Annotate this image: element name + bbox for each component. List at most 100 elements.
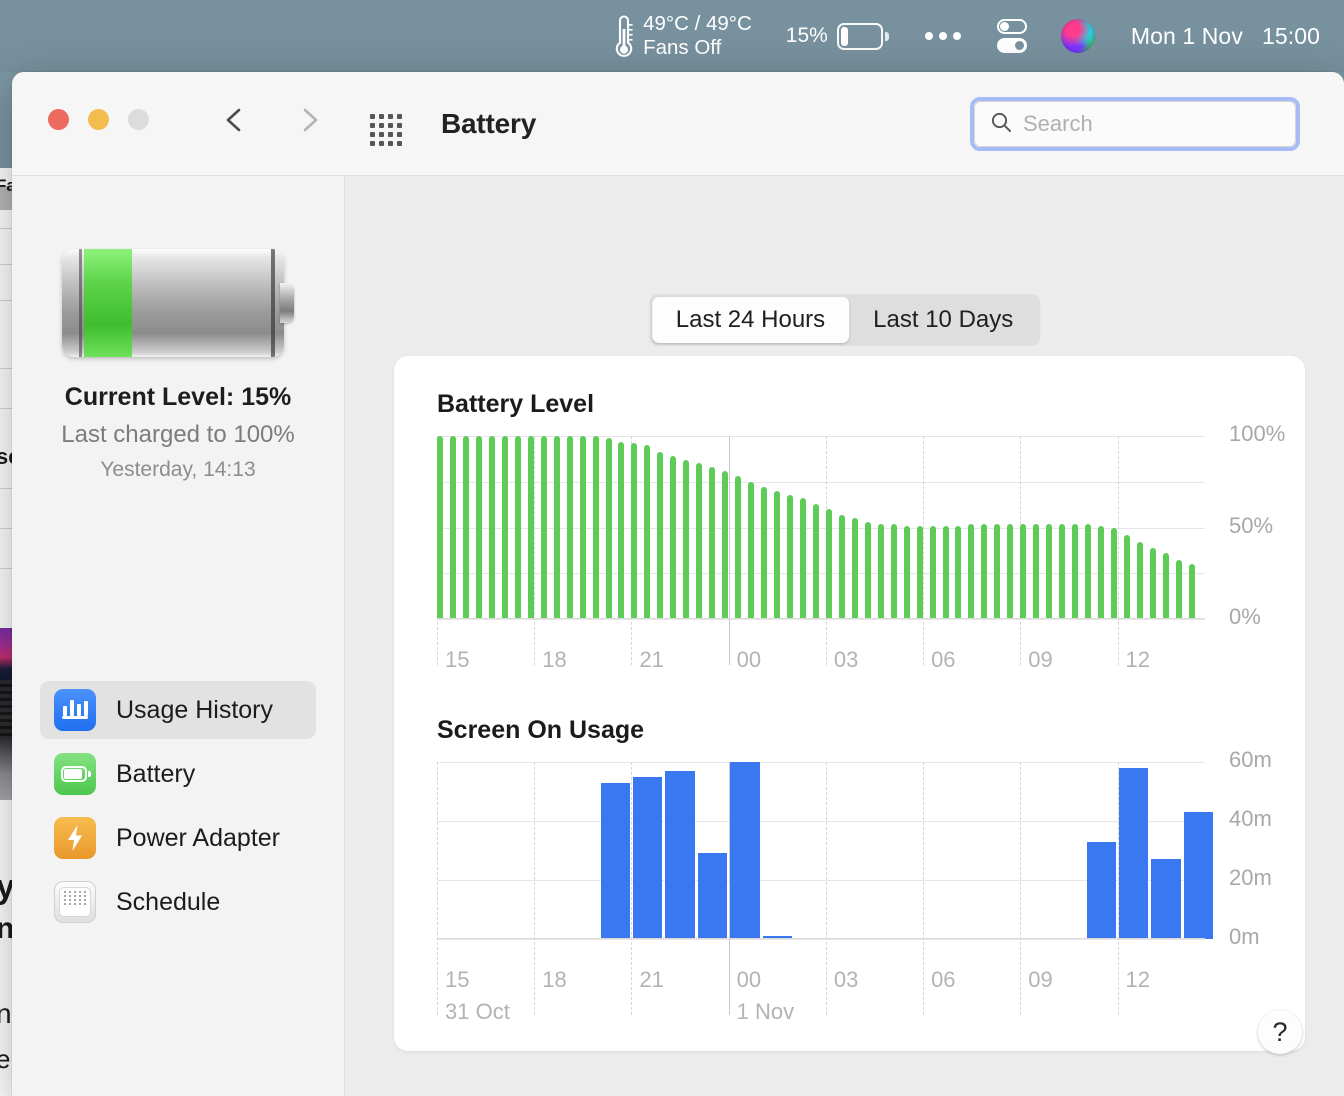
battery-status-text: Current Level: 15% Last charged to 100% …	[12, 383, 344, 482]
gridline-vertical	[1117, 436, 1119, 665]
battery-level-bar	[437, 436, 443, 619]
battery-level-bar	[722, 470, 729, 619]
y-axis-label: 0%	[1229, 604, 1261, 629]
battery-level-bar	[955, 525, 962, 619]
y-axis-label: 20m	[1229, 865, 1272, 890]
x-axis-label: 06	[931, 967, 956, 992]
x-axis-label: 18	[542, 967, 567, 992]
y-axis-label: 50%	[1229, 512, 1274, 538]
x-axis-label: 15	[445, 647, 470, 672]
x-axis-label: 00	[736, 647, 762, 672]
x-axis-label: 00	[736, 967, 762, 992]
screen-on-usage-bar	[600, 782, 630, 939]
search-input[interactable]	[1023, 111, 1263, 137]
gridline-vertical	[437, 762, 438, 1015]
battery-level-bar	[475, 436, 482, 619]
x-axis-sublabel: 1 Nov	[736, 999, 795, 1024]
x-axis-label: 12	[1125, 647, 1150, 672]
desktop-background: Fa se y n: n e	[0, 0, 1344, 1096]
battery-level-bar	[462, 436, 469, 619]
battery-level-bar	[774, 490, 780, 619]
battery-level-bar	[501, 436, 508, 619]
screen-on-usage-bar	[1119, 767, 1149, 939]
x-axis-label: 18	[542, 647, 567, 672]
battery-level-bar	[864, 522, 871, 619]
thermometer-icon	[613, 13, 635, 59]
screen-on-usage-plot	[437, 762, 1214, 1015]
y-axis-label: 0m	[1229, 924, 1260, 949]
battery-level-bar	[735, 476, 742, 619]
gridline-vertical	[923, 762, 925, 1015]
sidebar-item-label: Usage History	[116, 695, 273, 724]
menubar-battery-status[interactable]: 15%	[785, 22, 889, 50]
menubar-battery-percent: 15%	[785, 24, 828, 47]
x-axis-label: 21	[639, 967, 664, 992]
sidebar-item-usage-history[interactable]: Usage History	[40, 681, 316, 739]
x-axis-label: 09	[1028, 647, 1053, 672]
battery-level-bar	[1136, 542, 1143, 619]
search-icon	[989, 110, 1013, 139]
x-axis-label: 06	[931, 647, 956, 672]
screen-on-usage-bar	[1086, 841, 1116, 939]
battery-level-bar	[1175, 560, 1182, 619]
minimize-button[interactable]	[88, 109, 109, 130]
battery-level-bar	[1098, 525, 1105, 619]
battery-level-bar	[1188, 564, 1195, 619]
bolt-icon	[54, 817, 96, 859]
siri-icon[interactable]	[1060, 19, 1095, 53]
x-axis-label: 12	[1125, 967, 1150, 992]
screen-on-usage-bar	[1183, 812, 1214, 939]
battery-level-bar	[644, 445, 651, 619]
gridline-vertical	[728, 436, 730, 665]
battery-level-plot	[437, 436, 1205, 665]
sidebar-item-label: Battery	[116, 759, 196, 788]
ellipsis-icon[interactable]	[924, 32, 961, 40]
battery-level-bar	[851, 518, 858, 619]
battery-level-bar	[709, 467, 716, 619]
gridline-horizontal	[437, 619, 1205, 620]
chevron-left-icon[interactable]	[216, 102, 252, 138]
gridline-horizontal	[437, 436, 1205, 437]
battery-level-bar	[799, 498, 806, 619]
x-axis-sublabel: 31 Oct	[445, 999, 510, 1024]
menubar-clock[interactable]: Mon 1 Nov 15:00	[1131, 23, 1320, 50]
calendar-icon	[54, 881, 96, 923]
help-button[interactable]: ?	[1258, 1010, 1302, 1054]
control-center-icon[interactable]	[995, 18, 1029, 54]
battery-level-bar	[1033, 523, 1040, 619]
battery-level-bar	[1123, 534, 1130, 619]
battery-level-bar	[579, 436, 586, 619]
sidebar-item-label: Power Adapter	[116, 823, 280, 852]
temperature-status[interactable]: 49°C / 49°C Fans Off	[613, 12, 752, 60]
battery-level-bar	[903, 525, 910, 619]
screen-on-usage-title: Screen On Usage	[437, 716, 645, 744]
x-axis-label: 21	[639, 647, 664, 672]
battery-level-bar	[981, 523, 988, 619]
battery-level-bar	[566, 436, 573, 619]
sidebar-item-battery[interactable]: Battery	[40, 745, 316, 803]
content-area: Last 24 Hours Last 10 Days Battery Level…	[345, 176, 1344, 1096]
battery-level-bar	[657, 452, 664, 619]
battery-level-bar	[670, 456, 677, 619]
x-axis-label: 03	[833, 647, 859, 672]
tab-last-24-hours[interactable]: Last 24 Hours	[651, 297, 850, 343]
chevron-right-icon[interactable]	[292, 102, 328, 138]
sidebar-item-schedule[interactable]: Schedule	[40, 873, 316, 931]
battery-level-bar	[449, 436, 456, 619]
battery-level-bar	[631, 443, 638, 619]
time-range-segmented-control: Last 24 Hours Last 10 Days	[648, 294, 1041, 346]
close-button[interactable]	[48, 109, 69, 130]
window-body: Current Level: 15% Last charged to 100% …	[12, 176, 1344, 1096]
battery-level-bar	[1059, 523, 1066, 619]
tab-last-10-days[interactable]: Last 10 Days	[849, 297, 1037, 343]
battery-level-bar	[825, 509, 832, 619]
sidebar-item-power-adapter[interactable]: Power Adapter	[40, 809, 316, 867]
battery-level-bar	[916, 525, 923, 619]
battery-level-bar	[929, 525, 936, 619]
fan-status: Fans Off	[643, 36, 722, 59]
battery-level-bar	[994, 523, 1001, 619]
current-level-label: Current Level: 15%	[64, 383, 292, 411]
grid-icon[interactable]	[370, 114, 403, 147]
search-field[interactable]	[970, 97, 1300, 151]
zoom-button[interactable]	[128, 109, 149, 130]
